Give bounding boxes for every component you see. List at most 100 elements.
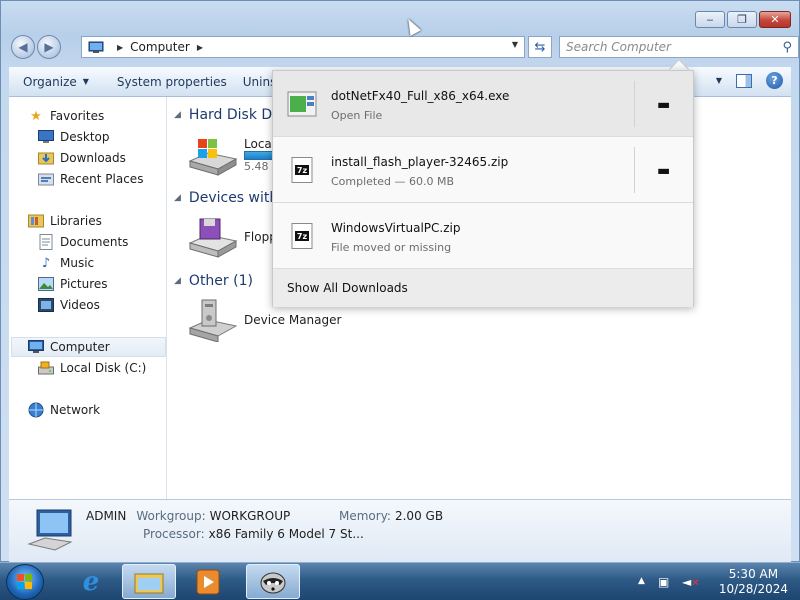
star-icon: ★ (30, 108, 42, 124)
clock[interactable]: 5:30 AM 10/28/2024 (719, 567, 788, 597)
group-header-other[interactable]: ◢ Other (1) (174, 273, 253, 289)
system-properties-button[interactable]: System properties (103, 67, 241, 96)
nav-label: Pictures (60, 277, 108, 291)
navigation-pane: ★ Favorites Desktop Downloads Recent Pla… (9, 97, 167, 499)
recent-places-icon (38, 171, 54, 187)
help-icon[interactable]: ? (766, 72, 783, 89)
nav-item-desktop[interactable]: Desktop (38, 127, 166, 147)
network-status-icon[interactable]: ▣ (658, 575, 669, 589)
download-filename: WindowsVirtualPC.zip (331, 221, 461, 235)
close-icon: ✕ (770, 13, 780, 26)
nav-label: Computer (50, 340, 110, 354)
search-input[interactable] (566, 40, 766, 54)
internet-explorer-icon: e (82, 566, 100, 597)
media-player-button[interactable] (182, 564, 236, 599)
downloads-folder-icon (38, 150, 54, 166)
restore-icon: ❐ (737, 13, 747, 26)
collapse-triangle-icon[interactable]: ◢ (174, 193, 181, 203)
media-player-icon (196, 569, 220, 594)
windows-logo-icon (17, 574, 32, 589)
show-all-downloads-label: Show All Downloads (287, 281, 408, 295)
svg-text:7z: 7z (297, 232, 308, 241)
network-icon (28, 402, 44, 418)
nav-label: Network (50, 403, 101, 417)
arrow-right-icon: ▶ (44, 40, 54, 54)
search-box[interactable]: ⚲ (559, 36, 799, 58)
floppy-drive-item[interactable]: Floppy (186, 215, 284, 259)
windows-explorer-button[interactable] (122, 564, 176, 599)
search-icon[interactable]: ⚲ (782, 40, 792, 55)
close-button[interactable]: ✕ (759, 11, 791, 28)
pictures-icon (38, 276, 54, 292)
forward-button[interactable]: ▶ (37, 35, 61, 59)
nav-item-videos[interactable]: Videos (38, 295, 166, 315)
divider (634, 147, 635, 193)
arrow-left-icon: ◀ (18, 40, 28, 54)
raccoon-app-button[interactable] (246, 564, 300, 599)
group-header-devices[interactable]: ◢ Devices with (174, 190, 278, 206)
divider (634, 81, 635, 127)
minimize-icon: ‒ (706, 13, 714, 26)
address-dropdown-icon[interactable]: ▼ (512, 40, 518, 49)
nav-item-favorites[interactable]: ★ Favorites (28, 106, 166, 126)
nav-item-downloads[interactable]: Downloads (38, 148, 166, 168)
nav-item-music[interactable]: ♪ Music (38, 253, 166, 273)
volume-muted-icon[interactable]: ◄✕ (682, 575, 700, 589)
group-title: Devices with (188, 190, 279, 206)
nav-label: Local Disk (C:) (60, 361, 147, 375)
workgroup-label: Workgroup: (136, 509, 206, 523)
organize-menu[interactable]: Organize ▼ (9, 67, 103, 96)
desktop-icon (38, 129, 54, 145)
view-options-chevron-icon[interactable]: ▼ (716, 76, 722, 85)
breadcrumb-computer[interactable]: Computer (130, 40, 190, 54)
breadcrumb-separator-icon[interactable]: ▶ (117, 43, 123, 52)
nav-label: Recent Places (60, 172, 144, 186)
nav-item-network[interactable]: Network (28, 400, 166, 420)
preview-pane-icon[interactable] (736, 73, 752, 88)
nav-item-recent-places[interactable]: Recent Places (38, 169, 166, 189)
nav-item-local-disk[interactable]: Local Disk (C:) (38, 358, 166, 378)
download-item[interactable]: dotNetFx40_Full_x86_x64.exe Open File ▬ (273, 71, 693, 137)
back-button[interactable]: ◀ (11, 35, 35, 59)
memory-value: 2.00 GB (394, 509, 444, 523)
group-title: Other (1) (188, 273, 253, 289)
collapse-triangle-icon[interactable]: ◢ (174, 110, 181, 120)
internet-explorer-button[interactable]: e (64, 564, 118, 599)
download-status: File moved or missing (331, 241, 452, 254)
download-filename: install_flash_player-32465.zip (331, 155, 509, 169)
address-bar[interactable]: ▶ Computer ▶ ▼ (81, 36, 525, 58)
group-title: Hard Disk Dr (188, 107, 278, 123)
minimize-button[interactable]: ‒ (695, 11, 725, 28)
taskbar: e ▲ ▣ ◄✕ 5:30 AM 10/28/2024 (0, 562, 800, 600)
download-filename: dotNetFx40_Full_x86_x64.exe (331, 89, 510, 103)
system-properties-label: System properties (116, 74, 227, 89)
breadcrumb-chevron-icon[interactable]: ▶ (197, 43, 203, 52)
collapse-triangle-icon[interactable]: ◢ (174, 276, 181, 286)
processor-label: Processor: (143, 527, 205, 541)
computer-name: ADMIN (86, 509, 127, 523)
show-hidden-icons-icon[interactable]: ▲ (638, 576, 645, 586)
nav-item-libraries[interactable]: Libraries (28, 211, 166, 231)
installer-icon (287, 91, 317, 117)
computer-icon (27, 509, 73, 551)
download-item[interactable]: 7z install_flash_player-32465.zip Comple… (273, 137, 693, 203)
system-tray: ▲ ▣ ◄✕ 5:30 AM 10/28/2024 (638, 567, 788, 597)
nav-item-computer[interactable]: Computer (11, 337, 166, 357)
nav-label: Documents (60, 235, 129, 249)
start-button[interactable] (6, 564, 44, 600)
download-item[interactable]: 7z WindowsVirtualPC.zip File moved or mi… (273, 203, 693, 269)
show-all-downloads-button[interactable]: Show All Downloads (273, 269, 693, 307)
folder-icon[interactable]: ▬ (657, 97, 670, 113)
restore-button[interactable]: ❐ (727, 11, 757, 28)
nav-label: Videos (60, 298, 100, 312)
group-header-hard-disks[interactable]: ◢ Hard Disk Dr (174, 107, 278, 123)
memory-label: Memory: (339, 509, 391, 523)
folder-icon (134, 573, 164, 593)
refresh-button[interactable]: ⇆ (528, 36, 552, 58)
computer-icon (88, 41, 104, 53)
folder-icon[interactable]: ▬ (657, 163, 670, 179)
nav-item-pictures[interactable]: Pictures (38, 274, 166, 294)
nav-label: Libraries (50, 214, 102, 228)
nav-item-documents[interactable]: Documents (38, 232, 166, 252)
download-status: Open File (331, 109, 383, 122)
